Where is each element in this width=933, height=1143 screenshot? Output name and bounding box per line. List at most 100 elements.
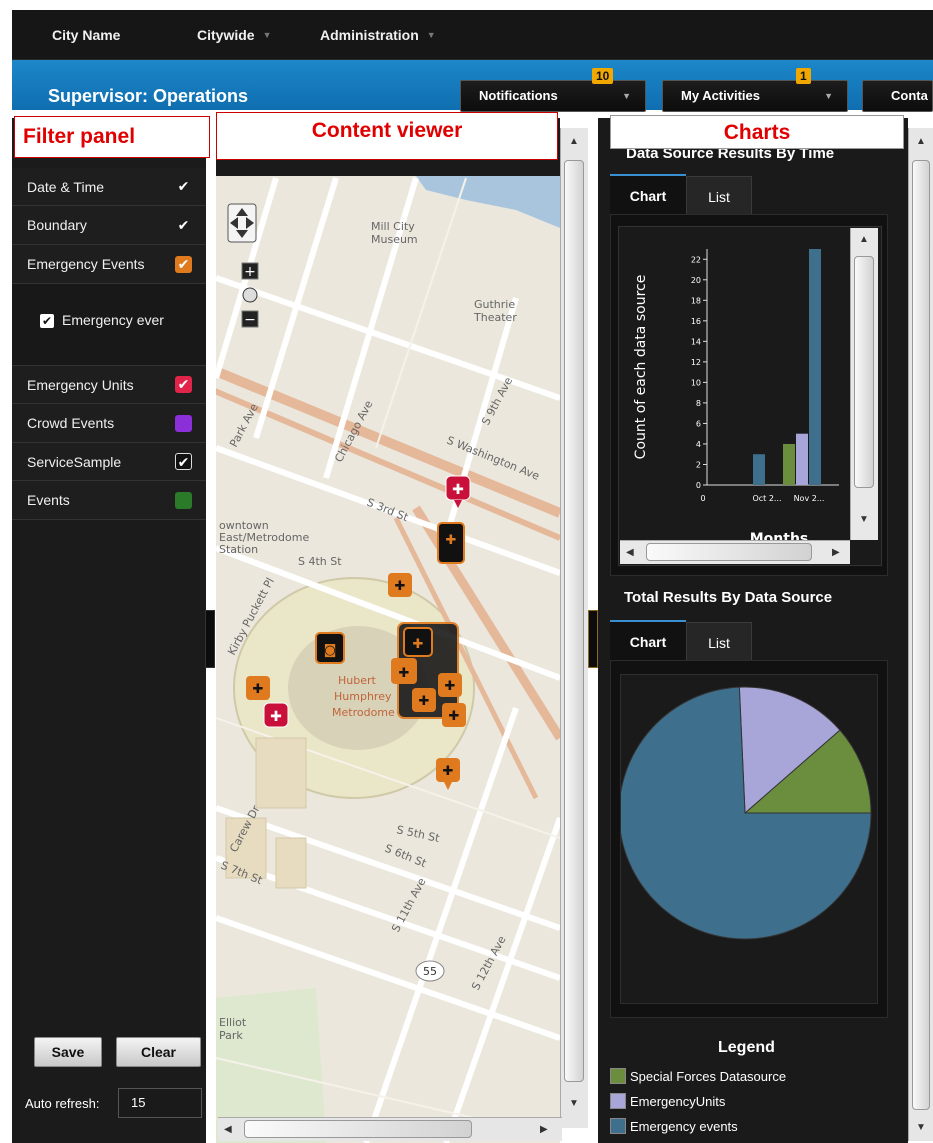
- filter-item-label: Date & Time: [27, 179, 105, 195]
- tab-chart[interactable]: Chart: [610, 174, 686, 214]
- checkbox-service-sample[interactable]: ✔: [175, 453, 192, 470]
- notifications-button[interactable]: Notifications ▼: [460, 80, 646, 112]
- clear-button[interactable]: Clear: [116, 1037, 201, 1067]
- map-canvas[interactable]: + − Mill City Museum Guthrie Theater Par…: [216, 118, 560, 1143]
- tab-list[interactable]: List: [686, 622, 752, 662]
- legend-item: Special Forces Datasource: [610, 1068, 786, 1084]
- y-tick-label: 4: [696, 440, 701, 449]
- emergency-event-marker[interactable]: ✚: [437, 522, 465, 564]
- scroll-down-icon[interactable]: ▼: [569, 1098, 579, 1109]
- scroll-right-icon[interactable]: ▶: [540, 1124, 548, 1135]
- splitter-handle-left[interactable]: [205, 610, 215, 668]
- svg-text:+: +: [244, 264, 256, 280]
- y-tick-label: 10: [691, 378, 701, 387]
- bar: [796, 433, 808, 485]
- citywide-menu[interactable]: Citywide ▼: [197, 10, 272, 60]
- bar: [783, 443, 795, 485]
- bar: [753, 454, 765, 485]
- pie-chart-viewport: [618, 674, 878, 1004]
- legend-swatch: [610, 1068, 626, 1084]
- my-activities-button[interactable]: My Activities ▼: [662, 80, 848, 112]
- y-tick-label: 12: [691, 358, 701, 367]
- scroll-thumb[interactable]: [912, 160, 930, 1110]
- scroll-up-icon[interactable]: ▲: [569, 136, 579, 147]
- total-chart-title: Total Results By Data Source: [624, 589, 833, 606]
- splitter-handle-right[interactable]: [588, 610, 598, 668]
- filter-item-emergency-units[interactable]: Emergency Units ✔: [12, 366, 206, 404]
- svg-text:✚: ✚: [452, 482, 464, 498]
- contacts-label: Conta: [891, 88, 928, 103]
- svg-text:55: 55: [423, 965, 437, 978]
- svg-text:Hubert: Hubert: [338, 674, 377, 687]
- filter-item-label: Boundary: [27, 217, 87, 233]
- city-name-menu[interactable]: City Name: [52, 10, 120, 60]
- emergency-unit-marker[interactable]: ✚: [263, 702, 289, 728]
- charts-vertical-scrollbar[interactable]: ▲ ▼: [908, 128, 933, 1141]
- x-tick-label: Oct 2...: [752, 494, 781, 503]
- scroll-thumb[interactable]: [244, 1120, 472, 1138]
- checkbox-emergency-events[interactable]: ✔: [175, 256, 192, 273]
- x-tick-label: Nov 2...: [794, 494, 825, 503]
- svg-text:✚: ✚: [446, 533, 457, 548]
- checkmark-icon[interactable]: ✔: [175, 217, 192, 234]
- filter-item-label: Emergency Units: [27, 377, 134, 393]
- annotation-content-viewer: Content viewer: [216, 112, 558, 160]
- page-title: Supervisor: Operations: [48, 86, 249, 106]
- map-vertical-scrollbar[interactable]: ▲ ▼: [560, 128, 588, 1128]
- scroll-thumb[interactable]: [646, 543, 812, 561]
- zoom-control[interactable]: + −: [241, 262, 259, 328]
- tab-list[interactable]: List: [686, 176, 752, 216]
- checkbox-crowd-events[interactable]: [175, 415, 192, 432]
- chevron-down-icon: ▼: [426, 30, 436, 40]
- filter-item-boundary[interactable]: Boundary ✔: [12, 206, 206, 245]
- y-tick-label: 14: [691, 337, 701, 346]
- legend-label: EmergencyUnits: [630, 1094, 726, 1109]
- map-horizontal-scrollbar[interactable]: ◀ ▶: [218, 1117, 562, 1141]
- sublayer-checkbox[interactable]: ✔: [40, 314, 54, 328]
- svg-text:Station: Station: [219, 543, 258, 556]
- scroll-left-icon[interactable]: ◀: [224, 1124, 232, 1135]
- svg-text:−: −: [244, 312, 256, 328]
- legend-label: Special Forces Datasource: [630, 1069, 787, 1084]
- y-tick-label: 20: [691, 276, 701, 285]
- scroll-down-icon[interactable]: ▼: [916, 1122, 926, 1133]
- save-button[interactable]: Save: [34, 1037, 102, 1067]
- emergency-event-marker[interactable]: ✚: [246, 676, 270, 700]
- annotation-filter-panel: Filter panel: [14, 116, 210, 158]
- pan-control[interactable]: [227, 203, 257, 243]
- filter-item-date-time[interactable]: Date & Time ✔: [12, 168, 206, 206]
- checkmark-icon[interactable]: ✔: [175, 178, 192, 195]
- scroll-down-icon[interactable]: ▼: [859, 514, 869, 525]
- svg-text:✚: ✚: [445, 679, 456, 694]
- scroll-thumb[interactable]: [854, 256, 874, 488]
- filter-item-service-sample[interactable]: ServiceSample ✔: [12, 443, 206, 481]
- legend-title: Legend: [718, 1039, 775, 1056]
- scroll-thumb[interactable]: [564, 160, 584, 1082]
- administration-menu[interactable]: Administration ▼: [320, 10, 436, 60]
- filter-item-crowd-events[interactable]: Crowd Events: [12, 404, 206, 443]
- content-viewer-map[interactable]: + − Mill City Museum Guthrie Theater Par…: [216, 118, 560, 1143]
- emergency-event-marker[interactable]: ✚: [388, 573, 412, 597]
- legend-item: Emergency events: [610, 1118, 738, 1134]
- chart-horizontal-scrollbar[interactable]: ◀ ▶: [620, 540, 850, 564]
- contacts-button[interactable]: Conta: [862, 80, 933, 112]
- auto-refresh-input[interactable]: 15: [118, 1088, 202, 1118]
- top-navigation-bar: City Name Citywide ▼ Administration ▼: [12, 10, 933, 60]
- scroll-up-icon[interactable]: ▲: [916, 136, 926, 147]
- filter-item-label: Crowd Events: [27, 415, 115, 431]
- checkbox-events[interactable]: [175, 492, 192, 509]
- filter-item-events[interactable]: Events: [12, 481, 206, 520]
- city-name-label: City Name: [52, 27, 121, 43]
- scroll-right-icon[interactable]: ▶: [832, 547, 840, 558]
- chart-vertical-scrollbar[interactable]: ▲ ▼: [850, 228, 878, 540]
- filter-item-emergency-events[interactable]: Emergency Events ✔: [12, 245, 206, 284]
- tab-chart[interactable]: Chart: [610, 620, 686, 660]
- emergency-event-marker[interactable]: ◙: [315, 632, 345, 664]
- y-tick-label: 8: [696, 399, 701, 408]
- filter-item-label: Events: [27, 492, 70, 508]
- checkbox-emergency-units[interactable]: ✔: [175, 376, 192, 393]
- notifications-label: Notifications: [479, 88, 558, 103]
- scroll-left-icon[interactable]: ◀: [626, 547, 634, 558]
- scroll-up-icon[interactable]: ▲: [859, 234, 869, 245]
- svg-text:S 4th St: S 4th St: [298, 555, 342, 568]
